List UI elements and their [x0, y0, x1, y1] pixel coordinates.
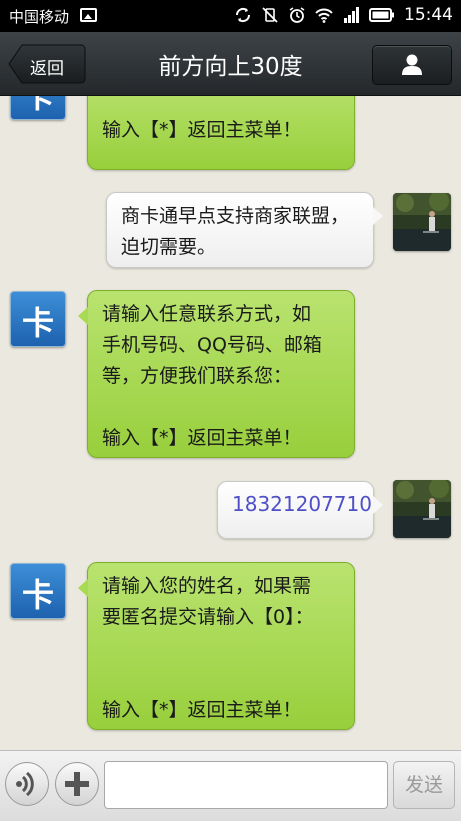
plus-icon: [65, 772, 89, 796]
rotate-icon: [235, 7, 251, 23]
bot-avatar[interactable]: 卡: [10, 96, 66, 120]
message-text: 输入【*】返回主菜单！: [102, 119, 302, 141]
message-text: 手机号码、QQ号码、邮箱: [102, 334, 322, 356]
signal-icon: [344, 7, 359, 23]
chat-area[interactable]: 卡 输入【*】返回主菜单！ 商卡通早点支持商家联盟， 迫切需要。 卡 请输入任意…: [0, 96, 461, 750]
message-text: 输入【*】返回主菜单！: [102, 427, 302, 449]
clock: 15:44: [404, 5, 453, 25]
user-avatar[interactable]: [393, 193, 451, 251]
message-bubble-bot[interactable]: 请输入任意联系方式，如 手机号码、QQ号码、邮箱 等，方便我们联系您： 输入【*…: [78, 290, 355, 458]
message-text: [102, 664, 342, 695]
carrier-name: 中国移动: [9, 8, 70, 26]
person-icon: [402, 54, 422, 75]
message-text: 请输入您的姓名，如果需: [102, 575, 312, 597]
message-bubble-user[interactable]: 商卡通早点支持商家联盟， 迫切需要。: [106, 192, 383, 268]
profile-button[interactable]: [372, 45, 452, 85]
message-input[interactable]: [104, 761, 388, 809]
message-text: 18321207710: [232, 492, 372, 516]
title-bar: 返回 前方向上30度: [0, 32, 461, 96]
user-avatar[interactable]: [393, 480, 451, 538]
avatar-card-glyph: 卡: [21, 304, 54, 342]
vibrate-off-icon: [262, 7, 278, 23]
message-text: 请输入任意联系方式，如: [102, 303, 312, 325]
message-bubble-bot[interactable]: 请输入您的姓名，如果需 要匿名提交请输入【0】： 输入【*】返回主菜单！: [78, 562, 355, 730]
wifi-icon: [315, 8, 333, 23]
message-text: 商卡通早点支持商家联盟，: [121, 205, 350, 227]
bot-avatar[interactable]: 卡: [10, 291, 66, 347]
avatar-card-glyph: 卡: [21, 96, 54, 115]
message-text: 输入【*】返回主菜单！: [102, 699, 302, 721]
battery-icon: [369, 8, 394, 22]
message-text: [102, 392, 342, 423]
message-text: 迫切需要。: [121, 236, 217, 258]
add-button[interactable]: [55, 762, 99, 806]
photo-thumbnail: [393, 193, 451, 251]
voice-icon: [16, 771, 34, 797]
alarm-icon: [289, 7, 305, 23]
message-bubble-user[interactable]: 18321207710: [217, 481, 383, 539]
input-bar: 发送: [0, 750, 461, 821]
message-bubble-bot[interactable]: 输入【*】返回主菜单！: [87, 96, 355, 170]
send-button[interactable]: 发送: [393, 761, 455, 809]
message-text: 等，方便我们联系您：: [102, 365, 293, 387]
image-notification-icon: [80, 8, 97, 22]
photo-thumbnail: [393, 480, 451, 538]
bot-avatar[interactable]: 卡: [10, 563, 66, 619]
message-text: 要匿名提交请输入【0】：: [102, 606, 314, 628]
voice-button[interactable]: [5, 762, 49, 806]
message-text: [102, 633, 342, 664]
avatar-card-glyph: 卡: [21, 576, 54, 614]
status-bar: 中国移动 15:44: [0, 0, 461, 32]
